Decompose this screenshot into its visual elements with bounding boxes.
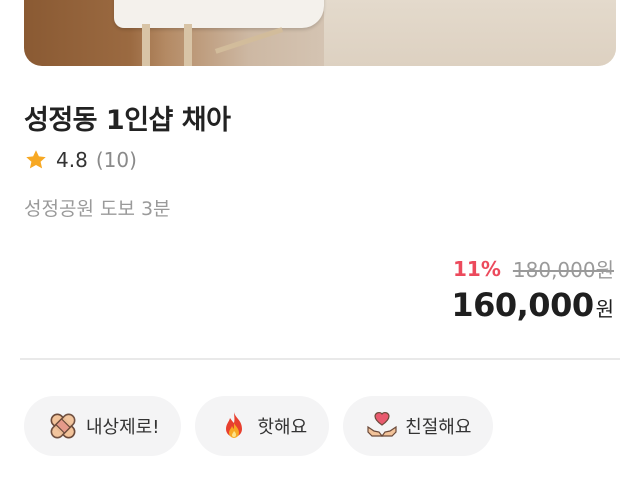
rating-score: 4.8 [56,148,88,172]
discount-rate: 11% [453,256,501,281]
tag-chip[interactable]: 친절해요 [343,396,494,456]
price-row: 11% 180,000원 [453,254,614,283]
tag-chip[interactable]: 내상제로! [24,396,182,456]
divider [20,358,620,360]
shop-photo[interactable] [24,0,616,66]
bed-leg [142,24,150,66]
shop-name: 성정동 1인샵 채아 [24,105,231,136]
final-price-unit: 원 [595,297,614,321]
review-count[interactable]: (10) [96,148,137,172]
shop-location: 성정공원 도보 3분 [24,198,171,220]
tag-label: 핫해요 [257,417,308,438]
tag-list: 내상제로! 핫해요 친절해요 [24,396,507,456]
rating-row: 4.8 (10) [24,148,137,172]
bandage-icon [50,413,76,439]
bed-leg [184,24,192,66]
tag-chip[interactable]: 핫해요 [195,396,330,456]
bed-bar [214,27,284,54]
tag-label: 내상제로! [86,417,160,438]
final-price: 160,000 원 [451,286,614,324]
heart-hands-icon [367,412,397,437]
photo-wall [324,0,616,66]
tag-label: 친절해요 [405,417,472,438]
star-icon [26,150,46,169]
fire-icon [226,412,243,438]
final-price-amount: 160,000 [451,286,594,324]
original-price: 180,000원 [512,258,614,282]
